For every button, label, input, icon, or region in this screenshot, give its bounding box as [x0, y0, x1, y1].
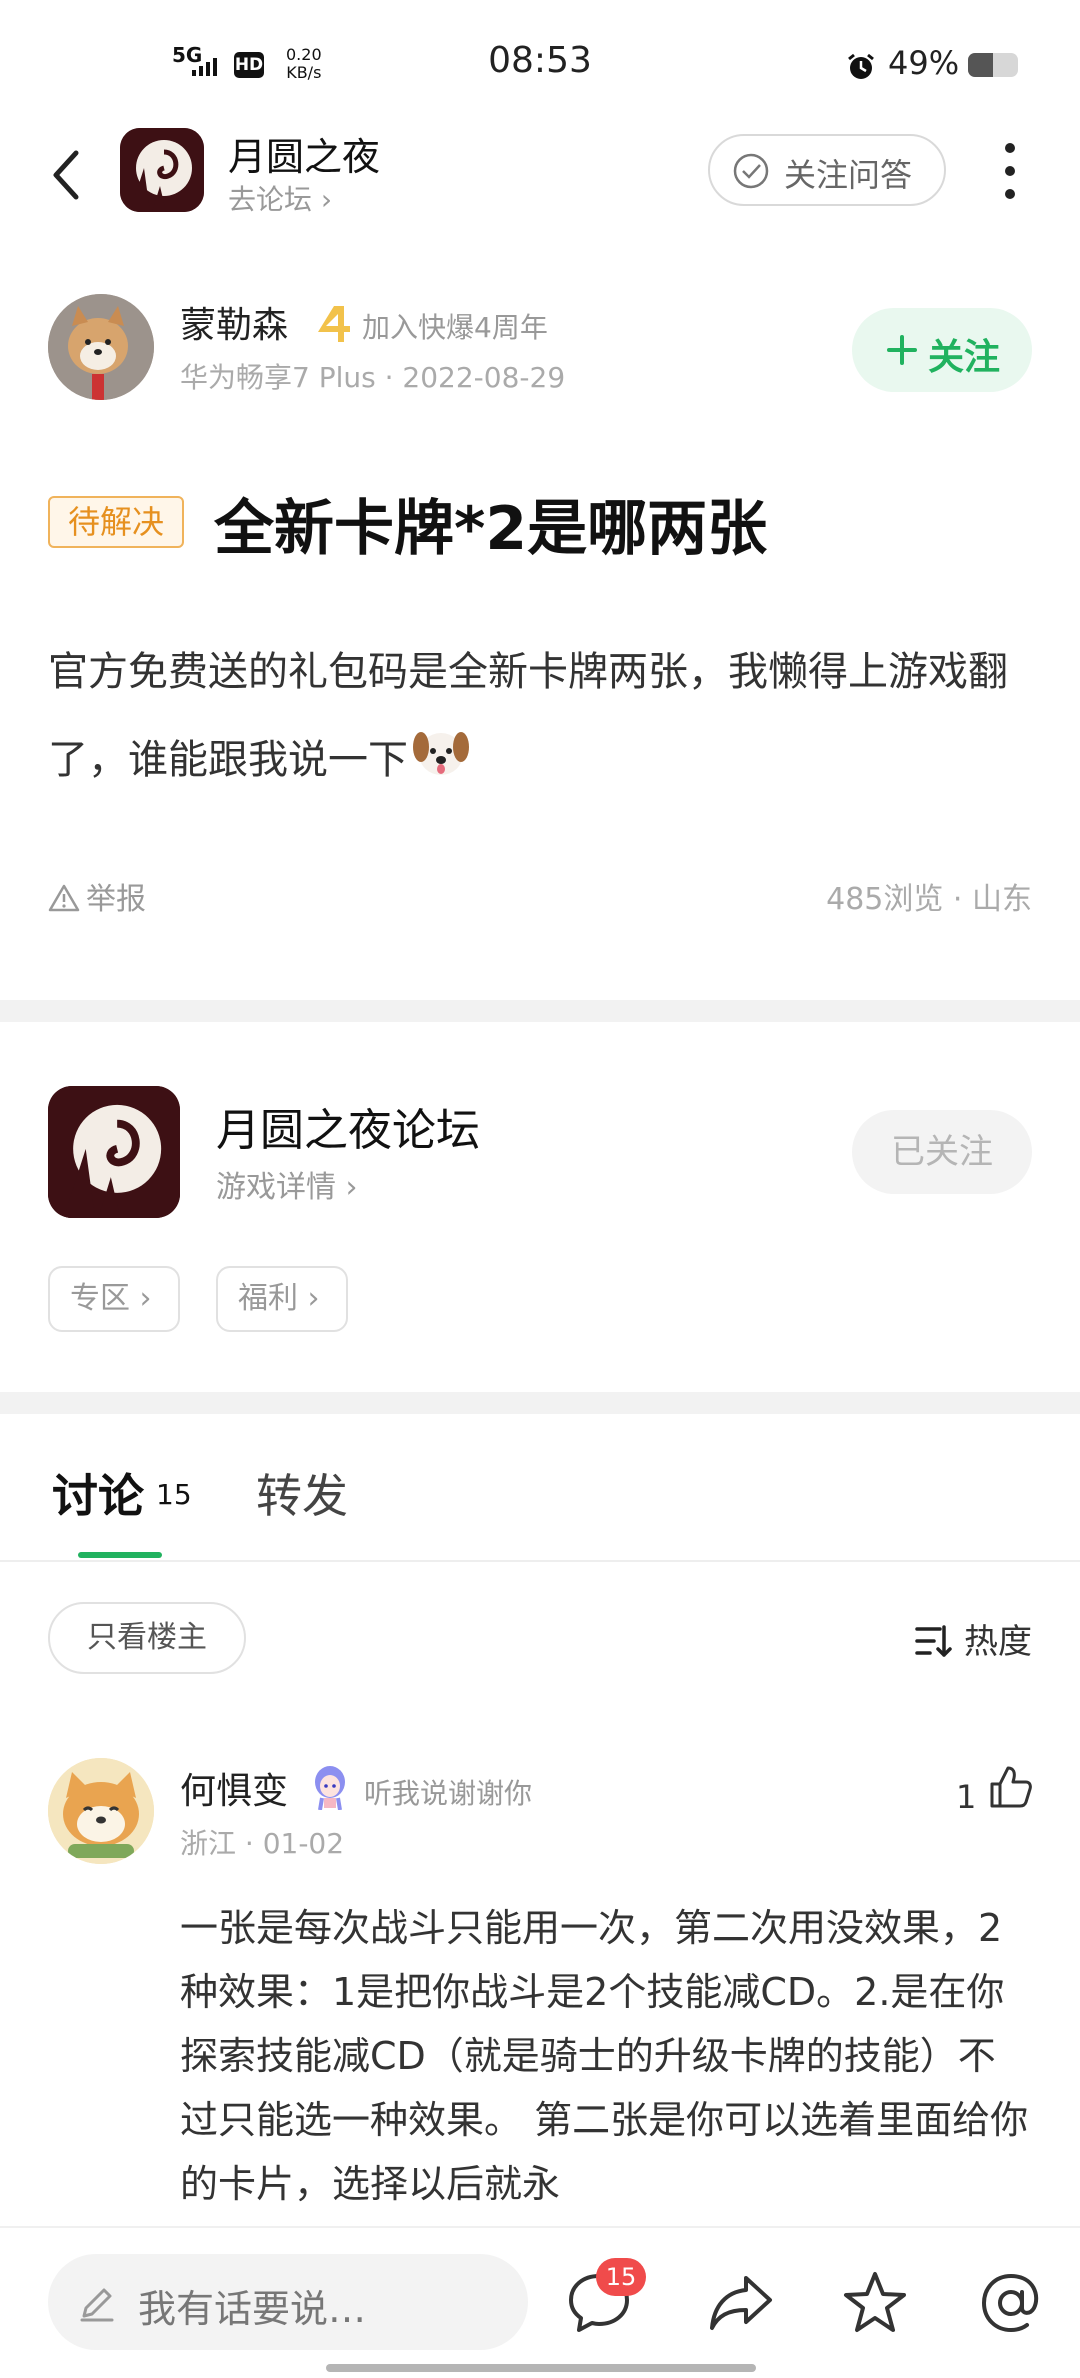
- check-circle-icon: [733, 153, 769, 189]
- tab-forward[interactable]: 转发: [256, 1460, 348, 1526]
- signal-bars-icon: [192, 58, 217, 76]
- chip-zone[interactable]: 专区 ›: [48, 1266, 180, 1332]
- section-divider: [0, 1392, 1080, 1414]
- question-body-text: 官方免费送的礼包码是全新卡牌两张，我懒得上游戏翻了，谁能跟我说一下: [48, 649, 1008, 783]
- shiba-cartoon-icon: [48, 1758, 154, 1864]
- network-speed: 0.20 KB/s: [286, 46, 322, 82]
- game-details-link[interactable]: 游戏详情 ›: [216, 1162, 358, 1206]
- share-icon[interactable]: [708, 2270, 774, 2336]
- tab-underline: [78, 1552, 162, 1558]
- forum-icon[interactable]: [48, 1086, 180, 1218]
- sort-button[interactable]: 热度: [914, 1614, 1032, 1663]
- comment-meta: 浙江 · 01-02: [180, 1827, 345, 1860]
- commenter-tag: 听我说谢谢你: [364, 1777, 533, 1810]
- status-badge: 待解决: [48, 496, 184, 548]
- battery-percent: 49%: [888, 44, 960, 82]
- shiba-avatar-icon: [48, 294, 154, 400]
- chip-welfare[interactable]: 福利 ›: [216, 1266, 348, 1332]
- tab-discussion[interactable]: 讨论: [52, 1460, 144, 1526]
- commenter-name[interactable]: 何惧变: [180, 1762, 288, 1814]
- pencil-icon: [80, 2288, 114, 2322]
- clock: 08:53: [488, 40, 592, 81]
- plus-icon: [887, 335, 917, 365]
- follow-author-button[interactable]: 关注: [852, 308, 1032, 392]
- author-avatar[interactable]: [48, 294, 154, 400]
- author-name[interactable]: 蒙勒森: [180, 296, 288, 348]
- follow-label: 关注: [928, 337, 1001, 378]
- sort-label: 热度: [964, 1622, 1032, 1662]
- section-divider: [0, 1000, 1080, 1022]
- commenter-avatar[interactable]: [48, 1758, 154, 1864]
- status-bar: 5G HD 0.20 KB/s 08:53 49%: [0, 0, 1080, 130]
- sort-icon: [915, 1625, 952, 1657]
- star-icon[interactable]: [842, 2270, 908, 2336]
- report-label: 举报: [86, 882, 146, 917]
- dog-emoji-icon: [413, 732, 469, 775]
- author-meta: 华为畅享7 Plus · 2022-08-29: [180, 361, 566, 394]
- hd-badge: HD: [234, 52, 264, 78]
- tab-discussion-count: 15: [156, 1478, 192, 1511]
- comment-body: 一张是每次战斗只能用一次，第二次用没效果，2种效果：1是把你战斗是2个技能减CD…: [180, 1906, 1029, 2206]
- more-vertical-icon[interactable]: [998, 140, 1022, 202]
- follow-qa-button[interactable]: 关注问答: [708, 134, 946, 206]
- at-icon[interactable]: [978, 2270, 1044, 2336]
- app-name[interactable]: 月圆之夜: [228, 126, 380, 181]
- tabs-divider: [0, 1560, 1080, 1562]
- comment-input[interactable]: 我有话要说…: [48, 2254, 528, 2350]
- report-button[interactable]: 举报: [48, 874, 146, 918]
- question-title: 全新卡牌*2是哪两张: [214, 494, 768, 564]
- thumbs-up-icon[interactable]: [988, 1764, 1034, 1810]
- alarm-icon: [848, 53, 874, 79]
- comment-count-badge: 15: [596, 2258, 646, 2296]
- views-location: 485浏览 · 山东: [826, 882, 1032, 917]
- forum-followed-button[interactable]: 已关注: [852, 1110, 1032, 1194]
- battery-fill: [968, 53, 993, 77]
- moon-logo-icon: [48, 1086, 180, 1218]
- speed-unit: KB/s: [286, 63, 322, 82]
- battery-icon: [968, 53, 1018, 77]
- go-to-forum-link[interactable]: 去论坛 ›: [228, 178, 332, 218]
- home-indicator: [326, 2364, 756, 2372]
- back-arrow-icon[interactable]: [46, 145, 86, 205]
- speed-value: 0.20: [286, 45, 322, 64]
- author-tag: 加入快爆4周年: [362, 311, 548, 344]
- moon-logo-icon: [120, 128, 204, 212]
- follow-qa-label: 关注问答: [784, 156, 913, 194]
- comment-like-count: 1: [956, 1778, 977, 1816]
- only-host-filter[interactable]: 只看楼主: [48, 1602, 246, 1674]
- anime-girl-badge-icon: [315, 1766, 345, 1810]
- warning-icon: [48, 884, 80, 912]
- input-placeholder: 我有话要说…: [138, 2287, 367, 2331]
- forum-name[interactable]: 月圆之夜论坛: [216, 1094, 480, 1158]
- app-icon[interactable]: [120, 128, 204, 212]
- anniversary-badge-icon: [318, 306, 350, 342]
- question-body: 官方免费送的礼包码是全新卡牌两张，我懒得上游戏翻了，谁能跟我说一下: [48, 628, 1028, 804]
